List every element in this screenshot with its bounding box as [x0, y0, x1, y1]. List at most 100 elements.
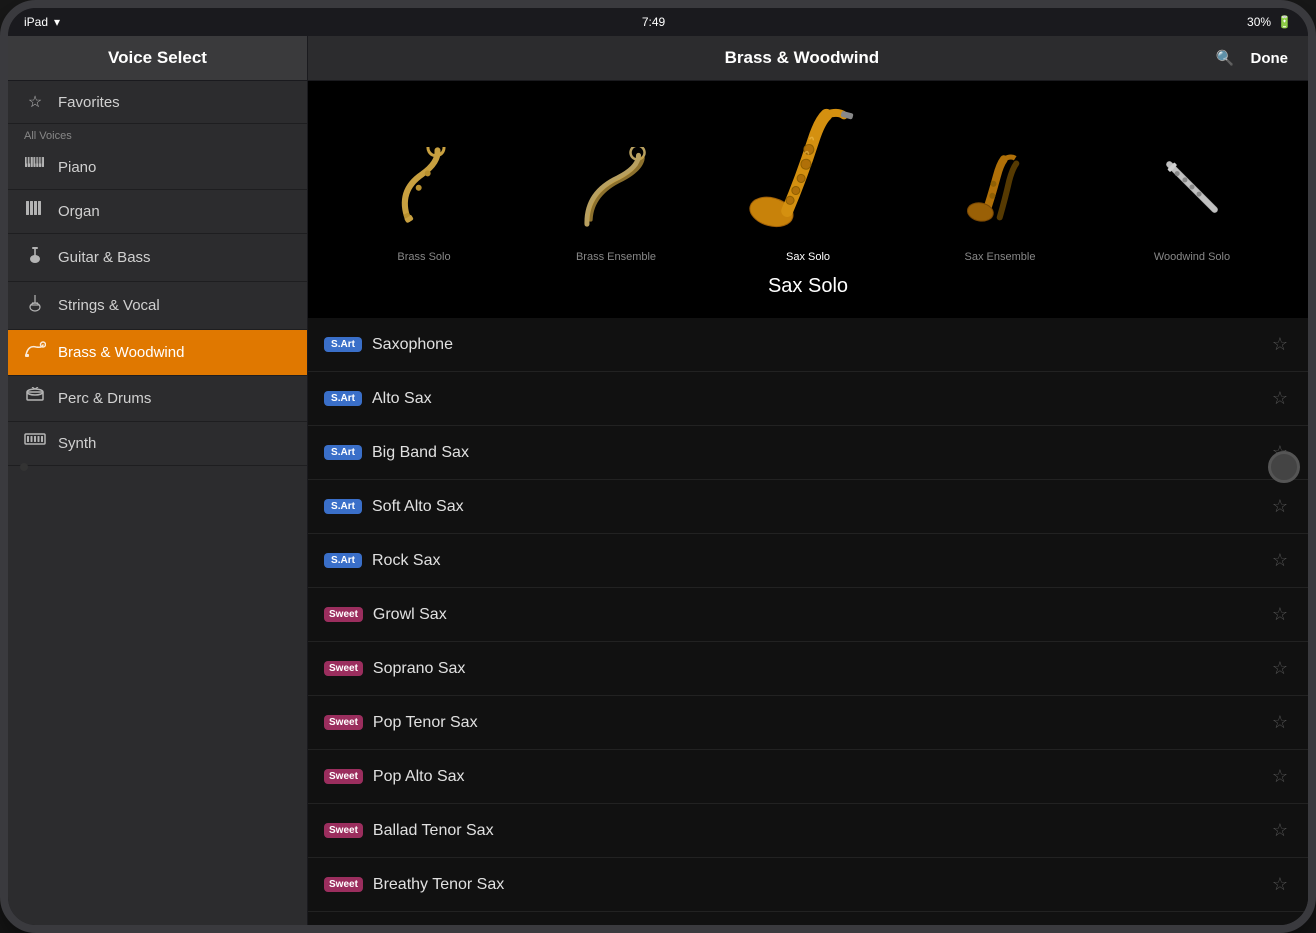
content-header: Brass & Woodwind 🔍 Done [308, 36, 1308, 81]
drums-icon [24, 387, 46, 410]
brass-icon [24, 341, 46, 364]
voice-list: S.Art Saxophone ☆ S.Art Alto Sax ☆ S.Art… [308, 318, 1308, 925]
badge-pop-tenor-sax: Sweet [324, 715, 363, 730]
sidebar-item-perc-drums[interactable]: Perc & Drums [8, 376, 307, 422]
piano-icon [24, 157, 46, 178]
voice-name-soprano-sax: Soprano Sax [373, 660, 1258, 678]
voice-name-breathy-tenor-sax: Breathy Tenor Sax [373, 876, 1258, 894]
search-icon[interactable]: 🔍 [1216, 49, 1235, 67]
ipad-frame: iPad ▾ 7:49 30% 🔋 Voice Select ☆ Favorit… [0, 0, 1316, 933]
voice-row-pop-tenor-sax[interactable]: Sweet Pop Tenor Sax ☆ [308, 696, 1308, 750]
favorite-pop-alto-sax[interactable]: ☆ [1268, 762, 1292, 791]
sax-ensemble-label: Sax Ensemble [965, 251, 1036, 263]
favorite-alto-sax[interactable]: ☆ [1268, 384, 1292, 413]
voice-row-big-band-sax[interactable]: S.Art Big Band Sax ☆ [308, 426, 1308, 480]
strings-icon [24, 293, 46, 318]
sidebar-item-brass-woodwind[interactable]: Brass & Woodwind [8, 330, 307, 376]
sidebar-header: Voice Select [8, 36, 307, 81]
favorite-growl-sax[interactable]: ☆ [1268, 600, 1292, 629]
sidebar-item-organ[interactable]: Organ [8, 190, 307, 234]
organ-icon [24, 201, 46, 222]
battery-level: 30% [1247, 15, 1271, 29]
voice-name-alto-sax: Alto Sax [372, 390, 1258, 408]
carousel-item-woodwind-solo[interactable]: Woodwind Solo [1102, 127, 1282, 263]
badge-big-band-sax: S.Art [324, 445, 362, 460]
badge-ballad-tenor-sax: Sweet [324, 823, 363, 838]
favorite-pop-tenor-sax[interactable]: ☆ [1268, 708, 1292, 737]
sidebar: Voice Select ☆ Favorites All Voices [8, 36, 308, 925]
voice-row-ballad-tenor-sax[interactable]: Sweet Ballad Tenor Sax ☆ [308, 804, 1308, 858]
status-left: iPad ▾ [24, 15, 60, 29]
header-actions: 🔍 Done [1216, 49, 1288, 67]
voice-name-pop-tenor-sax: Pop Tenor Sax [373, 714, 1258, 732]
badge-alto-sax: S.Art [324, 391, 362, 406]
badge-saxophone: S.Art [324, 337, 362, 352]
wifi-icon: ▾ [54, 15, 60, 29]
favorite-soft-alto-sax[interactable]: ☆ [1268, 492, 1292, 521]
voice-row-growl-sax[interactable]: Sweet Growl Sax ☆ [308, 588, 1308, 642]
sidebar-item-label-guitar-bass: Guitar & Bass [58, 249, 151, 266]
voice-row-alto-sax[interactable]: S.Art Alto Sax ☆ [308, 372, 1308, 426]
voice-row-jazz-tenor-sax[interactable]: Sweet Jazz Tenor Sax ☆ [308, 912, 1308, 925]
sidebar-item-label-piano: Piano [58, 159, 96, 176]
voice-row-saxophone[interactable]: S.Art Saxophone ☆ [308, 318, 1308, 372]
favorite-saxophone[interactable]: ☆ [1268, 330, 1292, 359]
status-bar: iPad ▾ 7:49 30% 🔋 [8, 8, 1308, 36]
carousel-items: Brass Solo [328, 97, 1288, 267]
sidebar-item-guitar-bass[interactable]: Guitar & Bass [8, 234, 307, 282]
sidebar-item-label-favorites: Favorites [58, 94, 120, 111]
voice-row-rock-sax[interactable]: S.Art Rock Sax ☆ [308, 534, 1308, 588]
favorite-rock-sax[interactable]: ☆ [1268, 546, 1292, 575]
voice-name-pop-alto-sax: Pop Alto Sax [373, 768, 1258, 786]
all-voices-label: All Voices [8, 124, 307, 146]
voice-name-rock-sax: Rock Sax [372, 552, 1258, 570]
carousel-title: Sax Solo [768, 267, 848, 310]
synth-icon [24, 433, 46, 454]
voice-name-soft-alto-sax: Soft Alto Sax [372, 498, 1258, 516]
sidebar-item-piano[interactable]: Piano [8, 146, 307, 190]
status-time: 7:49 [642, 15, 665, 29]
woodwind-solo-image [1127, 127, 1257, 247]
app-container: Voice Select ☆ Favorites All Voices [8, 36, 1308, 925]
device-model: iPad [24, 15, 48, 29]
voice-name-ballad-tenor-sax: Ballad Tenor Sax [373, 822, 1258, 840]
sidebar-item-strings-vocal[interactable]: Strings & Vocal [8, 282, 307, 330]
carousel-item-brass-solo[interactable]: Brass Solo [334, 127, 514, 263]
sax-ensemble-image [935, 127, 1065, 247]
favorite-ballad-tenor-sax[interactable]: ☆ [1268, 816, 1292, 845]
sidebar-item-label-organ: Organ [58, 203, 100, 220]
battery-icon: 🔋 [1277, 15, 1292, 29]
voice-name-saxophone: Saxophone [372, 336, 1258, 354]
done-button[interactable]: Done [1251, 50, 1289, 67]
guitar-icon [24, 245, 46, 270]
badge-pop-alto-sax: Sweet [324, 769, 363, 784]
voice-row-pop-alto-sax[interactable]: Sweet Pop Alto Sax ☆ [308, 750, 1308, 804]
brass-ensemble-image [551, 127, 681, 247]
badge-soprano-sax: Sweet [324, 661, 363, 676]
voice-name-growl-sax: Growl Sax [373, 606, 1258, 624]
badge-breathy-tenor-sax: Sweet [324, 877, 363, 892]
voice-row-soft-alto-sax[interactable]: S.Art Soft Alto Sax ☆ [308, 480, 1308, 534]
carousel-item-brass-ensemble[interactable]: Brass Ensemble [526, 127, 706, 263]
sidebar-item-label-perc-drums: Perc & Drums [58, 390, 151, 407]
carousel-item-sax-ensemble[interactable]: Sax Ensemble [910, 127, 1090, 263]
sidebar-item-label-strings-vocal: Strings & Vocal [58, 297, 160, 314]
side-dot [20, 463, 28, 471]
carousel-item-sax-solo[interactable]: Sax Solo [718, 97, 898, 263]
sidebar-item-favorites[interactable]: ☆ Favorites [8, 81, 307, 124]
badge-rock-sax: S.Art [324, 553, 362, 568]
voice-row-soprano-sax[interactable]: Sweet Soprano Sax ☆ [308, 642, 1308, 696]
favorite-soprano-sax[interactable]: ☆ [1268, 654, 1292, 683]
woodwind-solo-label: Woodwind Solo [1154, 251, 1230, 263]
favorite-jazz-tenor-sax[interactable]: ☆ [1268, 924, 1292, 925]
sidebar-item-label-synth: Synth [58, 435, 96, 452]
voice-row-breathy-tenor-sax[interactable]: Sweet Breathy Tenor Sax ☆ [308, 858, 1308, 912]
favorite-breathy-tenor-sax[interactable]: ☆ [1268, 870, 1292, 899]
side-home-button[interactable] [1268, 451, 1300, 483]
content-title: Brass & Woodwind [388, 48, 1216, 68]
brass-solo-label: Brass Solo [397, 251, 450, 263]
badge-soft-alto-sax: S.Art [324, 499, 362, 514]
sidebar-item-synth[interactable]: Synth [8, 422, 307, 466]
sidebar-title: Voice Select [108, 48, 207, 67]
badge-growl-sax: Sweet [324, 607, 363, 622]
